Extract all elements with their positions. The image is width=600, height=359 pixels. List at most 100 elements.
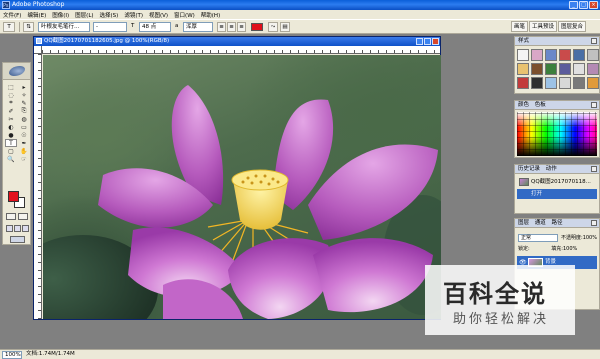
- tab-paths[interactable]: 路径: [552, 220, 563, 226]
- shape-tool-icon[interactable]: ▢: [5, 147, 17, 155]
- close-button[interactable]: ×: [589, 1, 598, 9]
- menu-edit[interactable]: 编辑(E): [26, 11, 47, 19]
- hand-tool-icon[interactable]: ✋: [18, 147, 30, 155]
- align-left-icon[interactable]: ≡: [217, 22, 226, 32]
- fill-value[interactable]: 100%: [563, 246, 577, 252]
- text-orientation-icon[interactable]: ⇅: [23, 22, 34, 32]
- menu-layer[interactable]: 图层(L): [74, 11, 94, 19]
- style-swatch[interactable]: [517, 77, 529, 89]
- crop-tool-icon[interactable]: ⌗: [5, 99, 17, 107]
- brush-tool-icon[interactable]: ⎘: [18, 107, 30, 115]
- ruler-origin[interactable]: [34, 46, 42, 54]
- lasso-tool-icon[interactable]: ◌: [5, 91, 17, 99]
- tab-layers[interactable]: 图层: [518, 220, 529, 226]
- font-size-select[interactable]: 48 点: [139, 22, 171, 32]
- menu-image[interactable]: 图像(I): [51, 11, 70, 19]
- blur-tool-icon[interactable]: ●: [5, 131, 17, 139]
- panel-menu-icon[interactable]: [591, 220, 597, 226]
- antialias-select[interactable]: 浑厚: [183, 22, 213, 32]
- style-swatch[interactable]: [587, 77, 599, 89]
- menu-view[interactable]: 视图(V): [148, 11, 169, 19]
- maximize-button[interactable]: □: [579, 1, 588, 9]
- style-swatch[interactable]: [531, 77, 543, 89]
- doc-close-button[interactable]: [432, 38, 439, 45]
- history-step-item[interactable]: 打开: [517, 189, 597, 199]
- tab-actions[interactable]: 动作: [546, 166, 557, 172]
- image-canvas[interactable]: [43, 55, 441, 319]
- menu-file[interactable]: 文件(F): [2, 11, 22, 19]
- dodge-tool-icon[interactable]: ☉: [18, 131, 30, 139]
- tab-channels[interactable]: 通道: [535, 220, 546, 226]
- menu-select[interactable]: 选择(S): [99, 11, 120, 19]
- gradient-tool-icon[interactable]: ▭: [18, 123, 30, 131]
- blend-mode-select[interactable]: 正常: [518, 234, 558, 242]
- clone-stamp-tool-icon[interactable]: ✂: [5, 115, 17, 123]
- warp-text-icon[interactable]: ⤳: [268, 22, 278, 32]
- doc-minimize-button[interactable]: [416, 38, 423, 45]
- panel-menu-icon[interactable]: [591, 38, 597, 44]
- font-style-select[interactable]: -: [93, 22, 127, 32]
- tab-history[interactable]: 历史记录: [518, 166, 540, 172]
- styles-panel-header[interactable]: 样式: [515, 37, 599, 46]
- opacity-control[interactable]: 不透明度:100%: [561, 234, 597, 242]
- doc-maximize-button[interactable]: [424, 38, 431, 45]
- screen-mode-full-menu-button[interactable]: [14, 225, 21, 232]
- layers-panel-header[interactable]: 图层 通道 路径: [515, 219, 599, 228]
- jump-to-imageready-button[interactable]: [10, 236, 25, 243]
- history-panel-header[interactable]: 历史记录 动作: [515, 165, 599, 174]
- toolbox-header[interactable]: [3, 63, 30, 80]
- tab-color[interactable]: 颜色: [518, 102, 529, 108]
- style-swatch[interactable]: [587, 63, 599, 75]
- magic-wand-tool-icon[interactable]: ✧: [18, 91, 30, 99]
- tab-layer-comps[interactable]: 图层复合: [557, 21, 586, 32]
- minimize-button[interactable]: _: [569, 1, 578, 9]
- font-family-select[interactable]: 叶根友毛笔行…: [38, 22, 90, 32]
- panel-menu-icon[interactable]: [591, 102, 597, 108]
- document-title-bar[interactable]: QQ截图20170701182605.jpg @ 100%(RGB/8): [34, 37, 440, 46]
- move-tool-icon[interactable]: ▸: [18, 83, 30, 91]
- style-swatch[interactable]: [517, 63, 529, 75]
- marquee-tool-icon[interactable]: ⬚: [5, 83, 17, 91]
- style-swatch[interactable]: [573, 49, 585, 61]
- menu-filter[interactable]: 滤镜(T): [123, 11, 144, 19]
- notes-tool-icon[interactable]: ☞: [18, 155, 30, 163]
- type-tool-icon[interactable]: T: [5, 139, 17, 147]
- healing-brush-tool-icon[interactable]: ✐: [5, 107, 17, 115]
- menu-window[interactable]: 窗口(W): [173, 11, 196, 19]
- style-swatch[interactable]: [559, 63, 571, 75]
- character-palette-icon[interactable]: ▤: [280, 22, 290, 32]
- style-swatch[interactable]: [573, 63, 585, 75]
- document-size-info[interactable]: 文档:1.74M/1.74M: [26, 350, 75, 359]
- tab-swatches[interactable]: 色板: [535, 102, 546, 108]
- style-swatch[interactable]: [531, 49, 543, 61]
- tab-tool-presets[interactable]: 工具预设: [528, 21, 557, 32]
- style-swatch[interactable]: [531, 63, 543, 75]
- horizontal-ruler[interactable]: [42, 46, 440, 54]
- tab-brushes[interactable]: 画笔: [510, 21, 528, 32]
- vertical-ruler[interactable]: [34, 54, 42, 319]
- foreground-color-swatch[interactable]: [8, 191, 19, 202]
- screen-mode-standard-button[interactable]: [6, 225, 13, 232]
- style-swatch[interactable]: [545, 63, 557, 75]
- history-brush-tool-icon[interactable]: ◍: [18, 115, 30, 123]
- style-swatch[interactable]: [545, 77, 557, 89]
- menu-help[interactable]: 帮助(H): [200, 11, 221, 19]
- style-swatch[interactable]: [559, 49, 571, 61]
- panel-menu-icon[interactable]: [591, 166, 597, 172]
- align-right-icon[interactable]: ≡: [237, 22, 246, 32]
- style-swatch[interactable]: [573, 77, 585, 89]
- style-swatch[interactable]: [587, 49, 599, 61]
- quick-mask-button[interactable]: [18, 213, 28, 220]
- zoom-field[interactable]: 100%: [2, 351, 22, 359]
- text-tool-preset-icon[interactable]: T: [3, 22, 15, 32]
- zoom-tool-icon[interactable]: 🔍: [5, 155, 17, 163]
- slice-tool-icon[interactable]: ✎: [18, 99, 30, 107]
- screen-mode-full-button[interactable]: [22, 225, 29, 232]
- eraser-tool-icon[interactable]: ◐: [5, 123, 17, 131]
- style-swatch[interactable]: [559, 77, 571, 89]
- standard-mode-button[interactable]: [6, 213, 16, 220]
- text-color-swatch[interactable]: [251, 23, 263, 31]
- align-center-icon[interactable]: ≡: [227, 22, 236, 32]
- opacity-value[interactable]: 100%: [583, 235, 597, 241]
- style-swatch[interactable]: [545, 49, 557, 61]
